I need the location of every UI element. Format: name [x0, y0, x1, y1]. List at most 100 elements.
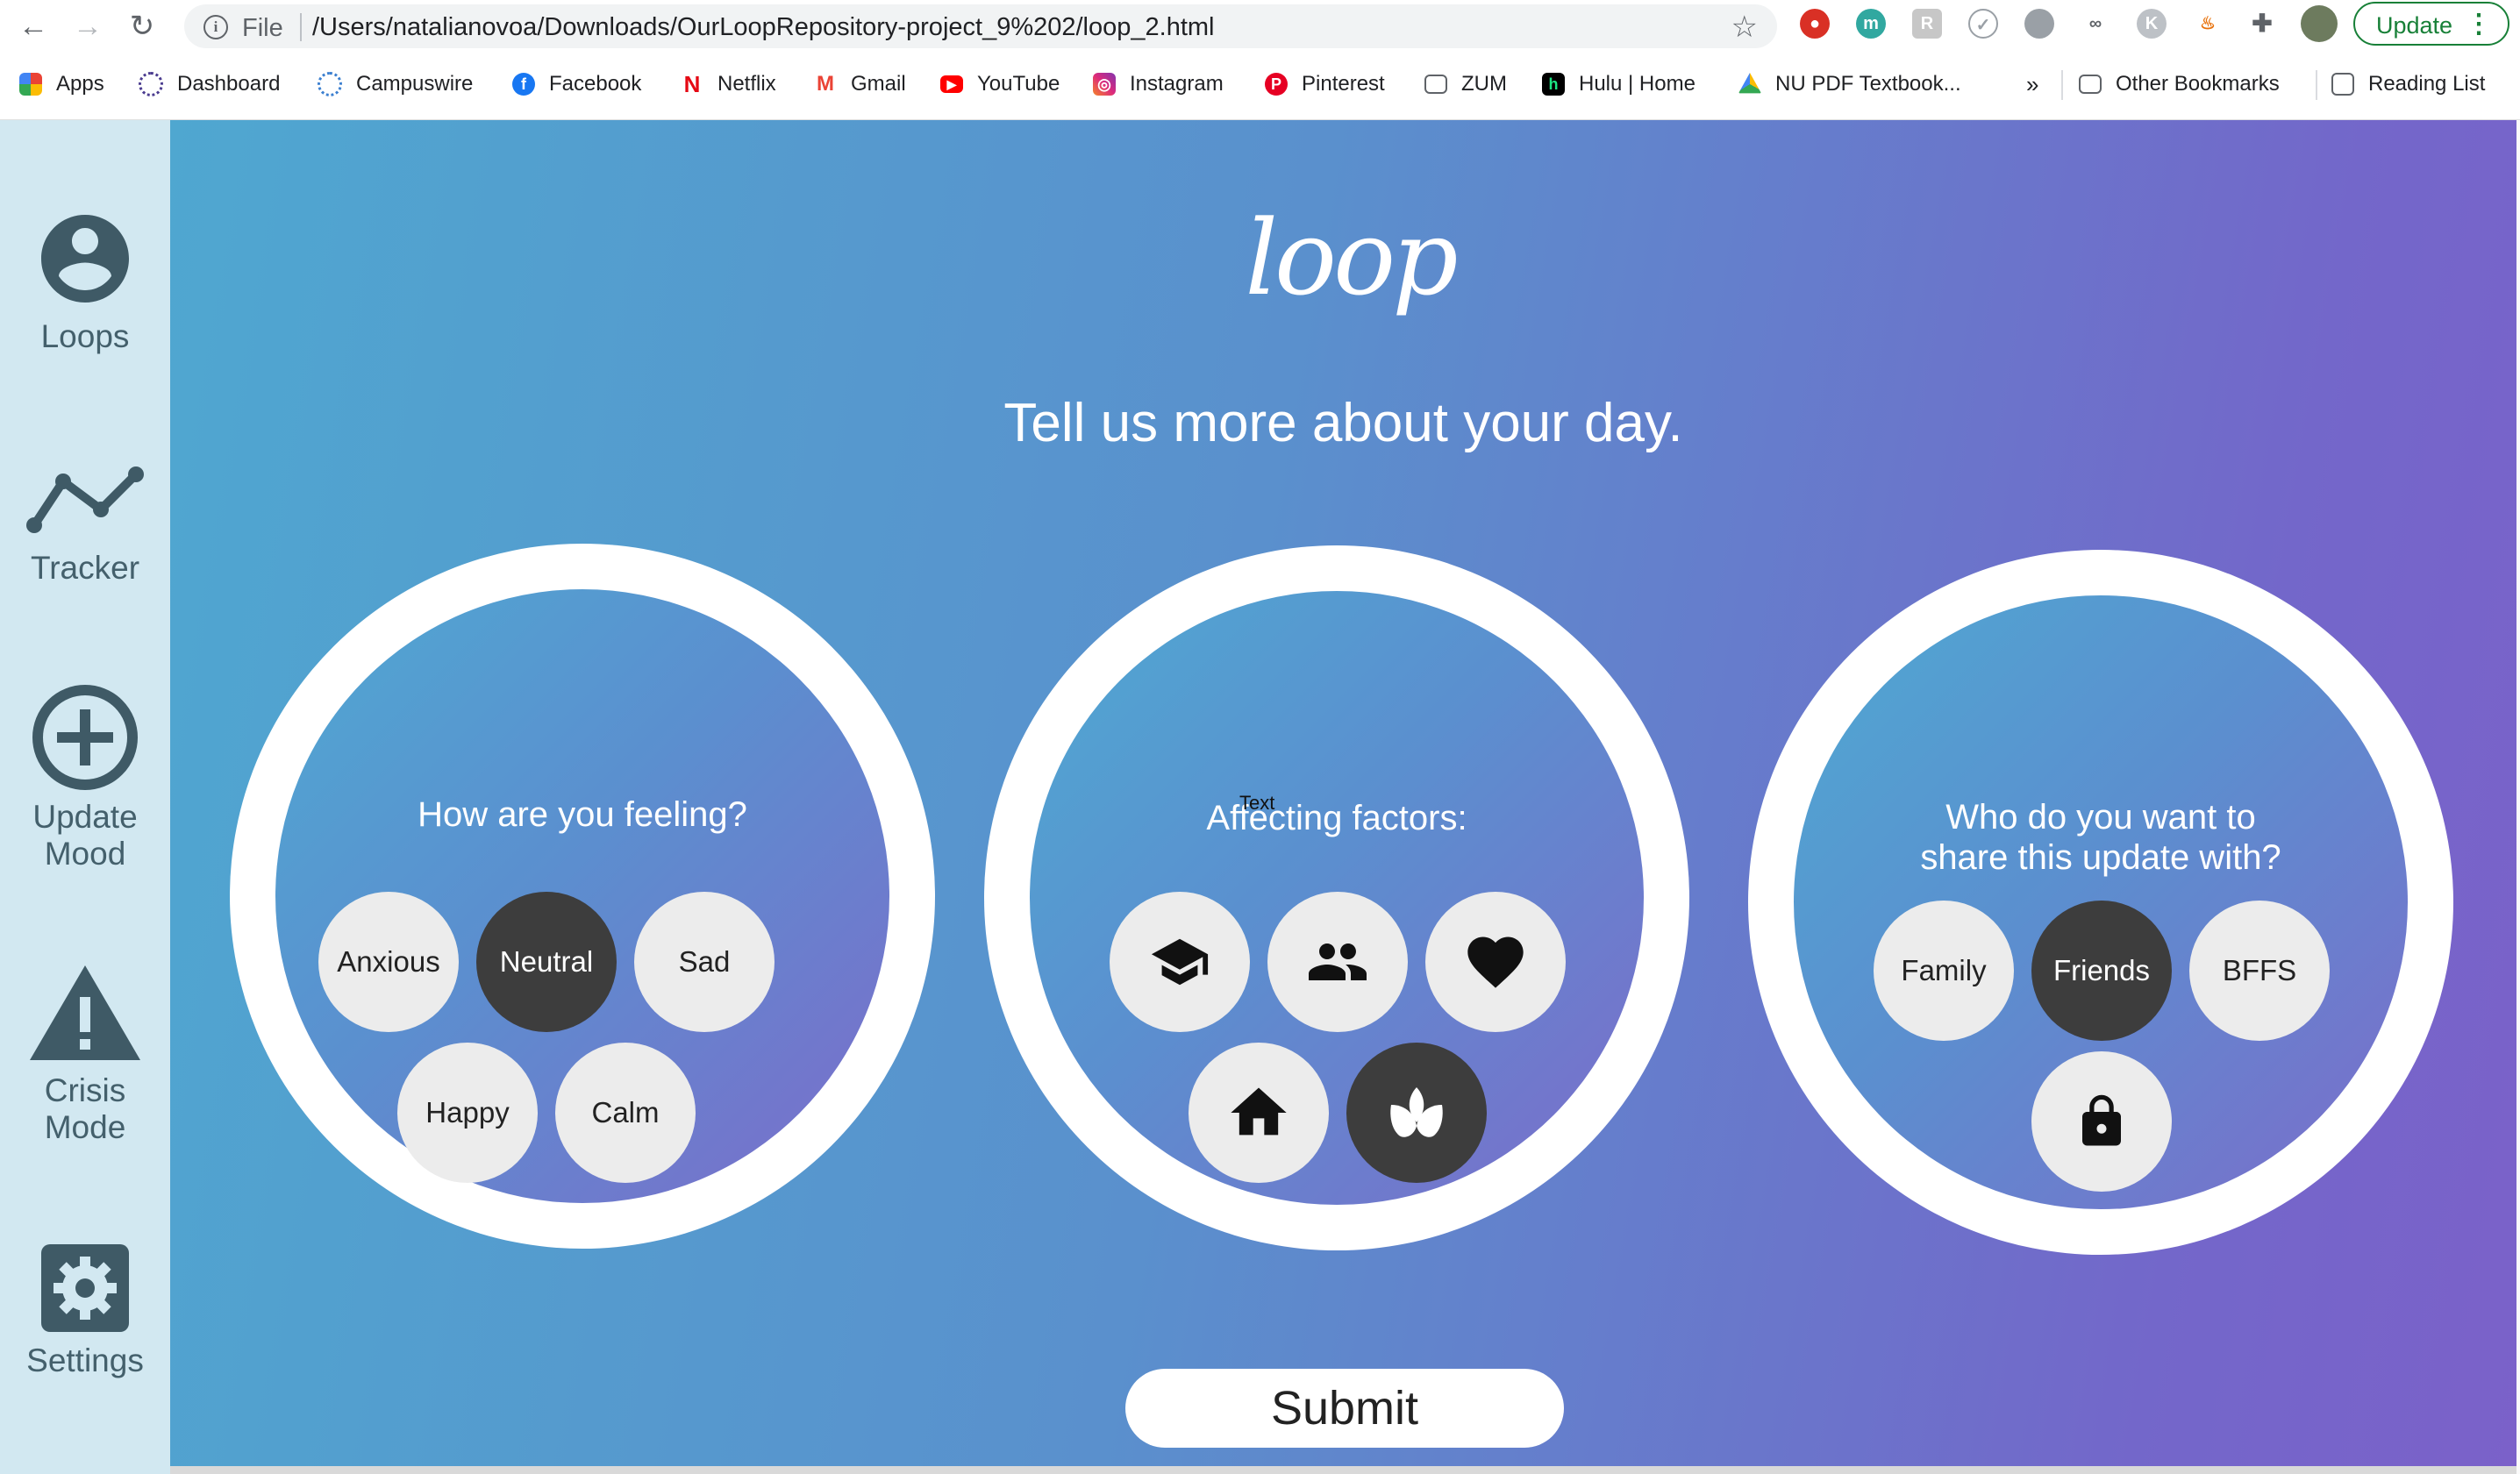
bookmark-other[interactable]: Other Bookmarks	[2079, 67, 2280, 102]
readwise-extension-icon[interactable]: R	[1912, 9, 1942, 39]
extensions-puzzle-icon[interactable]: ✚	[2247, 9, 2277, 39]
account-circle-icon	[41, 215, 129, 303]
bookmark-gmail[interactable]: M Gmail	[814, 67, 906, 102]
address-bar[interactable]: i File /Users/natalianovoa/Downloads/Our…	[184, 4, 1777, 48]
hulu-icon: h	[1542, 73, 1565, 96]
submit-button[interactable]: Submit	[1125, 1369, 1564, 1448]
feeling-panel: How are you feeling? Anxious Neutral Sad…	[275, 589, 889, 1203]
update-button[interactable]: Update ⋮	[2353, 2, 2509, 46]
window-edge	[2516, 120, 2520, 1474]
profile-avatar[interactable]	[2301, 5, 2338, 42]
sidebar-item-label: Update Mood	[32, 799, 138, 872]
reading-list-icon	[2331, 73, 2354, 96]
address-divider	[300, 13, 302, 41]
share-option-bffs[interactable]: BFFS	[2189, 901, 2330, 1041]
folder-icon	[2079, 75, 2102, 94]
sidebar-item-crisis-mode[interactable]: Crisis Mode	[0, 960, 170, 1146]
home-icon	[1231, 1087, 1287, 1136]
binoculars-extension-icon[interactable]: ∞	[2081, 9, 2110, 39]
bookmark-facebook[interactable]: f Facebook	[512, 67, 641, 102]
sidebar-item-loops[interactable]: Loops	[0, 206, 170, 355]
campuswire-icon	[318, 72, 342, 96]
bookmark-dashboard[interactable]: Dashboard	[139, 67, 280, 102]
share-panel: Who do you want to share this update wit…	[1794, 595, 2408, 1209]
line-chart-icon	[26, 466, 144, 533]
forward-icon[interactable]: →	[70, 9, 105, 44]
placeholder-text: Text	[1239, 792, 1275, 814]
page-title: Tell us more about your day.	[1003, 393, 1683, 453]
bookmark-nu-pdf[interactable]: NU PDF Textbook...	[1738, 67, 1961, 102]
factors-ring: Affecting factors: Text	[984, 545, 1689, 1250]
factor-people[interactable]	[1267, 892, 1408, 1032]
bookmark-label: Apps	[56, 72, 104, 96]
mentimeter-extension-icon[interactable]: m	[1856, 9, 1886, 39]
feeling-ring: How are you feeling? Anxious Neutral Sad…	[230, 544, 935, 1249]
bookmark-label: ZUM	[1461, 72, 1507, 96]
folder-icon	[1424, 75, 1447, 94]
bookmark-hulu[interactable]: h Hulu | Home	[1542, 67, 1695, 102]
sidebar-item-update-mood[interactable]: Update Mood	[0, 683, 170, 872]
sidebar-item-tracker[interactable]: Tracker	[0, 455, 170, 587]
bookmark-label: Netflix	[717, 72, 776, 96]
bookmark-star-icon[interactable]: ☆	[1731, 10, 1758, 45]
bookmark-zum[interactable]: ZUM	[1424, 67, 1507, 102]
bookmark-overflow-icon[interactable]: »	[2026, 67, 2038, 102]
factor-relationships[interactable]	[1425, 892, 1566, 1032]
reading-list-label: Reading List	[2368, 72, 2486, 96]
site-info-icon[interactable]: i	[203, 15, 228, 39]
sidebar-item-label: Loops	[40, 318, 130, 354]
mood-option-happy[interactable]: Happy	[397, 1043, 538, 1183]
share-ring: Who do you want to share this update wit…	[1748, 550, 2453, 1255]
url-text[interactable]: /Users/natalianovoa/Downloads/OurLoopRep…	[312, 13, 1214, 42]
shield-extension-icon[interactable]: ✓	[1968, 9, 1998, 39]
factors-panel: Affecting factors: Text	[1030, 591, 1644, 1205]
bookmark-campuswire[interactable]: Campuswire	[318, 67, 473, 102]
share-option-private[interactable]	[2031, 1051, 2172, 1192]
reading-list[interactable]: Reading List	[2331, 67, 2485, 102]
back-icon[interactable]: ←	[16, 9, 51, 44]
adblock-extension-icon[interactable]: ●	[1800, 9, 1830, 39]
instagram-icon: ◎	[1093, 73, 1116, 96]
mood-option-neutral[interactable]: Neutral	[476, 892, 617, 1032]
factor-self-care[interactable]	[1346, 1043, 1487, 1183]
factors-question: Affecting factors:	[1206, 799, 1467, 837]
k-extension-icon[interactable]: K	[2137, 9, 2167, 39]
sidebar-item-label: Crisis Mode	[44, 1072, 126, 1145]
factor-home[interactable]	[1189, 1043, 1329, 1183]
share-option-family[interactable]: Family	[1874, 901, 2014, 1041]
facebook-icon: f	[512, 73, 535, 96]
main-panel: loop Tell us more about your day. How ar…	[170, 120, 2516, 1466]
share-option-friends[interactable]: Friends	[2031, 901, 2172, 1041]
window-edge	[170, 1466, 2516, 1474]
bookmark-label: Gmail	[851, 72, 906, 96]
mood-option-sad[interactable]: Sad	[634, 892, 775, 1032]
mood-option-anxious[interactable]: Anxious	[318, 892, 459, 1032]
file-label: File	[242, 14, 283, 42]
bookmark-label: Dashboard	[177, 72, 281, 96]
sidebar: Loops Tracker Update Mood Crisis Mode Se…	[0, 120, 170, 1474]
bookmark-pinterest[interactable]: P Pinterest	[1265, 67, 1385, 102]
bookmark-divider	[2061, 70, 2063, 100]
feeling-question: How are you feeling?	[418, 795, 747, 834]
update-label: Update	[2376, 12, 2453, 39]
share-question-line-1: Who do you want to	[1945, 798, 2256, 837]
bookmark-apps[interactable]: Apps	[19, 67, 104, 102]
mood-option-calm[interactable]: Calm	[555, 1043, 696, 1183]
bookmark-youtube[interactable]: ▶ YouTube	[940, 67, 1060, 102]
menu-dots-icon[interactable]: ⋮	[2466, 9, 2492, 39]
browser-toolbar: ← → ↻ i File /Users/natalianovoa/Downloa…	[0, 0, 2520, 120]
google-drive-icon	[1738, 73, 1761, 94]
warning-icon	[30, 965, 140, 1060]
factor-school[interactable]	[1110, 892, 1250, 1032]
share-question-line-2: share this update with?	[1920, 838, 2281, 877]
sidebar-item-settings[interactable]: Settings	[0, 1241, 170, 1379]
bookmark-label: Campuswire	[356, 72, 474, 96]
loop-logo: loop	[1245, 197, 1458, 318]
reload-icon[interactable]: ↻	[125, 9, 160, 44]
share-question: Who do you want to share this update wit…	[1794, 797, 2408, 878]
bookmark-label: Other Bookmarks	[2116, 72, 2280, 96]
chat-extension-icon[interactable]	[2024, 9, 2054, 39]
bookmark-instagram[interactable]: ◎ Instagram	[1093, 67, 1224, 102]
honey-extension-icon[interactable]: ♨	[2193, 9, 2223, 39]
bookmark-netflix[interactable]: N Netflix	[681, 67, 776, 102]
